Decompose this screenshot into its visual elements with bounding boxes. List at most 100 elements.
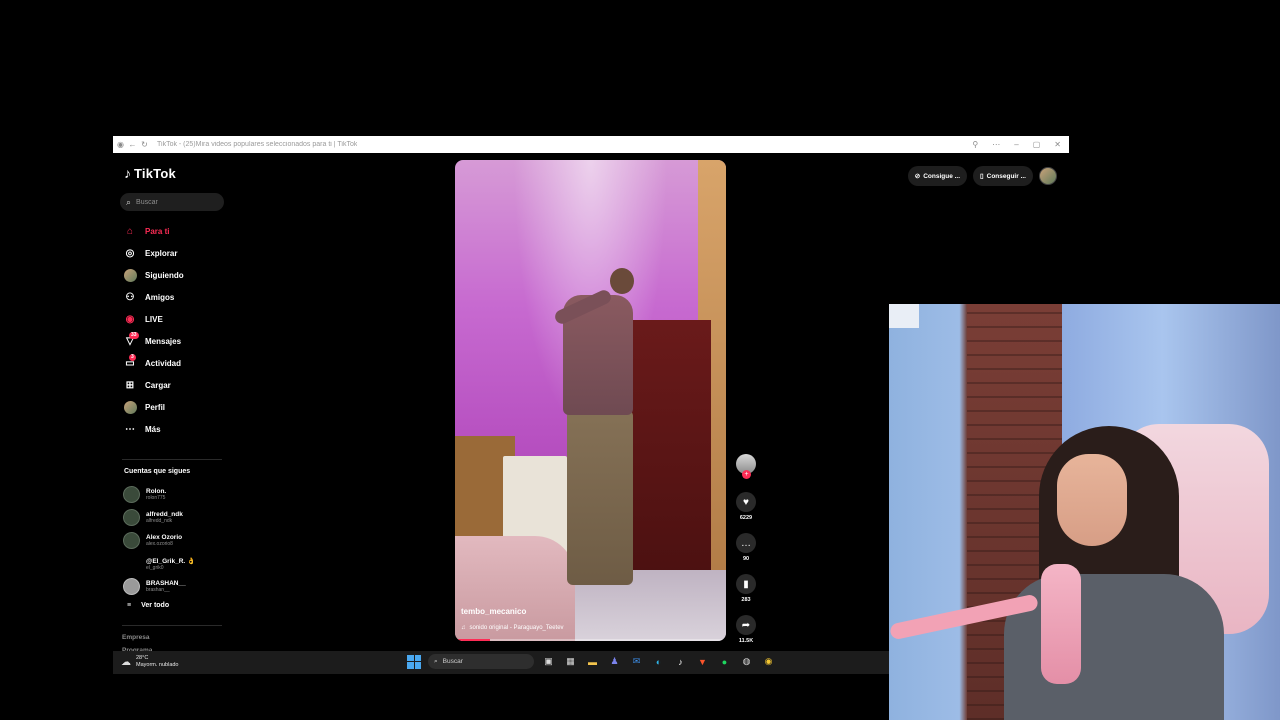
sidebar-item-actividad[interactable]: ▭ 3 Actividad xyxy=(123,352,233,374)
chrome-icon[interactable]: ◉ xyxy=(761,654,776,669)
webcam-overlay xyxy=(889,304,1280,720)
save-action[interactable]: ▮ 283 xyxy=(734,574,758,603)
author-avatar[interactable]: + xyxy=(736,454,756,479)
sidebar-item-para-ti[interactable]: ⌂ Para ti xyxy=(123,220,233,242)
sidebar-item-label: Mensajes xyxy=(145,336,182,346)
sidebar: ♪ TikTok ⌕ ⌂ Para ti ◎ Explorar Siguien xyxy=(113,153,233,654)
search-box[interactable]: ⌕ xyxy=(120,193,224,211)
sidebar-item-cargar[interactable]: ⊞ Cargar xyxy=(123,374,233,396)
obs-icon[interactable]: ◍ xyxy=(739,654,754,669)
file-explorer-icon[interactable]: ▬ xyxy=(585,654,600,669)
sidebar-item-live[interactable]: ◉ LIVE xyxy=(123,308,233,330)
like-action[interactable]: ♥ 6229 xyxy=(734,492,758,521)
get-app-label: Conseguir ... xyxy=(986,172,1026,180)
following-account[interactable]: Alex Ozorio alex.ozorio8 xyxy=(123,529,233,552)
microphone xyxy=(1041,564,1081,684)
mail-icon[interactable]: ✉ xyxy=(629,654,644,669)
sidebar-item-label: Siguiendo xyxy=(145,270,184,280)
screen: ◉ ← ↻ TikTok - (25)Mira videos populares… xyxy=(0,0,1280,720)
sidebar-item-explorar[interactable]: ◎ Explorar xyxy=(123,242,233,264)
webcam-scene xyxy=(889,304,919,328)
video-author[interactable]: tembo_mecanico xyxy=(461,607,526,616)
browser-logo-icon: ◉ xyxy=(117,140,124,149)
video-progress-bar[interactable] xyxy=(455,639,726,641)
get-coins-label: Consigue ... xyxy=(923,172,961,180)
avatar xyxy=(123,555,140,572)
get-app-button[interactable]: ▯ Conseguir ... xyxy=(973,166,1033,186)
translate-icon[interactable]: ⚲ xyxy=(972,140,978,149)
reload-icon[interactable]: ↻ xyxy=(140,140,149,149)
teams-icon[interactable]: ♟ xyxy=(607,654,622,669)
get-coins-button[interactable]: ⊘ Consigue ... xyxy=(907,166,968,186)
video-player[interactable]: tembo_mecanico ♫ sonido original - Parag… xyxy=(455,160,726,641)
music-note-icon: ♫ xyxy=(461,625,466,631)
comment-icon[interactable]: … xyxy=(736,533,756,553)
footer-link-empresa[interactable]: Empresa xyxy=(122,634,152,647)
heart-icon[interactable]: ♥ xyxy=(736,492,756,512)
weather-widget[interactable]: ☁ 28°C Mayorm. nublado xyxy=(121,655,179,669)
following-account[interactable]: alfredd_ndk alfredd_ndk xyxy=(123,506,233,529)
task-view-icon[interactable]: ▣ xyxy=(541,654,556,669)
sidebar-item-siguiendo[interactable]: Siguiendo xyxy=(123,264,233,286)
following-account[interactable]: Rolon. rolon775 xyxy=(123,483,233,506)
live-icon: ◉ xyxy=(125,313,135,325)
comment-action[interactable]: … 90 xyxy=(734,533,758,562)
spotify-icon[interactable]: ● xyxy=(717,654,732,669)
sidebar-item-amigos[interactable]: ⚇ Amigos xyxy=(123,286,233,308)
sound-label: sonido original - Paraguayo_Teetev xyxy=(469,625,564,631)
share-icon[interactable]: ➦ xyxy=(736,615,756,635)
video-person xyxy=(567,410,633,585)
sidebar-item-label: Explorar xyxy=(145,248,178,258)
browser-titlebar: ◉ ← ↻ TikTok - (25)Mira videos populares… xyxy=(113,136,1069,153)
profile-avatar[interactable] xyxy=(1039,167,1057,185)
video-sound[interactable]: ♫ sonido original - Paraguayo_Teetev xyxy=(461,625,564,631)
taskbar-apps: ⌕ Buscar ▣ ▦ ▬ ♟ ✉ ◐ ♪ ▼ ● ◍ ◉ xyxy=(407,654,776,669)
account-username: el_grik0 xyxy=(146,564,164,571)
brave-icon[interactable]: ▼ xyxy=(695,654,710,669)
sidebar-item-mas[interactable]: ⋯ Más xyxy=(123,418,233,440)
taskbar-search[interactable]: ⌕ Buscar xyxy=(428,654,534,669)
back-arrow-icon[interactable]: ← xyxy=(128,140,137,149)
following-avatar-icon xyxy=(123,268,137,282)
account-name: @El_Grik_R. 👌 xyxy=(146,557,196,565)
avatar xyxy=(123,532,140,549)
search-input[interactable] xyxy=(136,198,217,206)
window-title: TikTok - (25)Mira videos populares selec… xyxy=(157,141,358,148)
windows-start-icon[interactable] xyxy=(407,654,421,669)
sidebar-item-label: Más xyxy=(145,424,161,434)
comment-count: 90 xyxy=(742,556,750,562)
tiktok-logo[interactable]: ♪ TikTok xyxy=(124,165,176,181)
avatar xyxy=(123,509,140,526)
minimize-icon[interactable]: – xyxy=(1014,140,1018,149)
sidebar-item-label: Perfil xyxy=(145,402,166,412)
video-actions: + ♥ 6229 … 90 ▮ 283 ➦ 11.5K xyxy=(734,454,758,644)
weather-temperature: 28°C xyxy=(136,655,149,661)
following-list: Rolon. rolon775 alfredd_ndk alfredd_ndk … xyxy=(123,483,233,598)
messages-badge: 33 xyxy=(129,332,139,339)
store-icon[interactable]: ▦ xyxy=(563,654,578,669)
maximize-icon[interactable]: ▢ xyxy=(1033,140,1041,149)
following-account[interactable]: @El_Grik_R. 👌 el_grik0 xyxy=(123,552,233,575)
see-all-button[interactable]: ≡ Ver todo xyxy=(127,602,169,609)
follow-plus-icon[interactable]: + xyxy=(742,470,751,479)
sidebar-item-mensajes[interactable]: ▽ 33 Mensajes xyxy=(123,330,233,352)
account-username: alfredd_ndk xyxy=(146,518,173,524)
account-username: alex.ozorio8 xyxy=(146,541,173,547)
list-icon: ≡ xyxy=(127,602,132,609)
menu-dots-icon[interactable]: ⋯ xyxy=(992,140,1000,149)
weather-condition: Mayorm. nublado xyxy=(136,662,179,668)
following-account[interactable]: BRASHAN__ brashan__ xyxy=(123,575,233,598)
share-action[interactable]: ➦ 11.5K xyxy=(734,615,758,644)
sidebar-item-perfil[interactable]: Perfil xyxy=(123,396,233,418)
cloud-sun-icon: ☁ xyxy=(121,656,131,668)
account-username: rolon775 xyxy=(146,495,166,501)
sidebar-item-label: LIVE xyxy=(145,314,163,324)
account-name: alfredd_ndk xyxy=(146,511,183,518)
video-person xyxy=(610,268,634,294)
tiktok-app-icon[interactable]: ♪ xyxy=(673,654,688,669)
divider xyxy=(122,625,222,626)
edge-icon[interactable]: ◐ xyxy=(651,654,666,669)
bookmark-icon[interactable]: ▮ xyxy=(736,574,756,594)
account-name: Rolon. xyxy=(146,488,167,495)
close-icon[interactable]: ✕ xyxy=(1054,140,1061,149)
